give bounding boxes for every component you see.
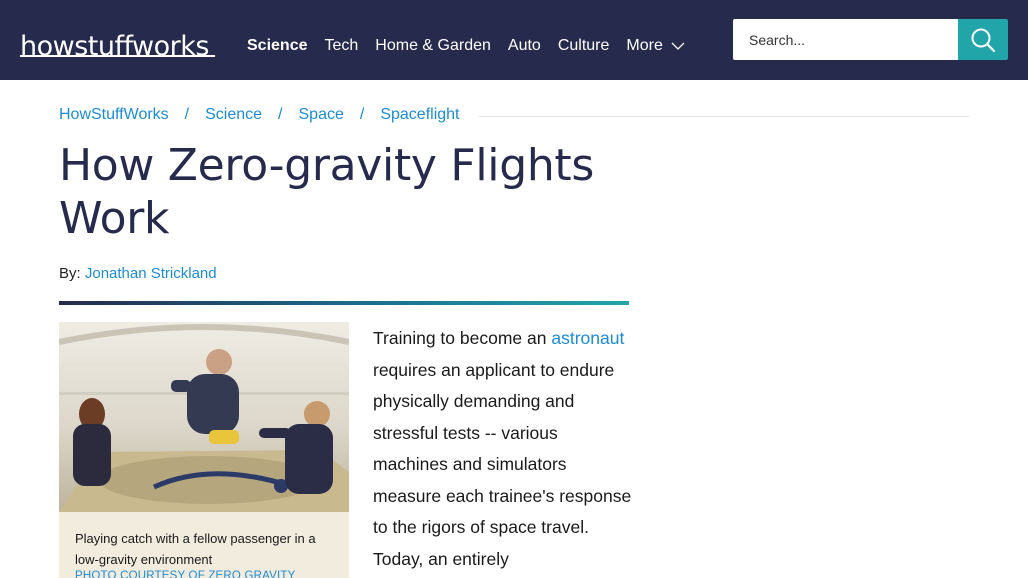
article-title: How Zero-gravity Flights Work (59, 140, 595, 244)
breadcrumb-separator: / (184, 106, 190, 123)
breadcrumb-spaceflight[interactable]: Spaceflight (380, 106, 459, 124)
title-divider (59, 301, 629, 305)
logo-underline (20, 55, 215, 57)
logo-text: howstuffworks (20, 31, 209, 62)
search-icon (971, 28, 996, 52)
nav-item-science[interactable]: Science (247, 37, 307, 55)
author-link[interactable]: Jonathan Strickland (85, 265, 217, 282)
body-text-rest: requires an applicant to endure physical… (373, 359, 632, 569)
breadcrumb: HowStuffWorks / Science / Space / Spacef… (59, 106, 460, 124)
nav-item-home-garden[interactable]: Home & Garden (375, 37, 491, 55)
nav-item-auto[interactable]: Auto (508, 37, 541, 55)
site-logo[interactable]: howstuffworks (20, 21, 216, 62)
breadcrumb-howstuffworks[interactable]: HowStuffWorks (59, 106, 169, 124)
article-figure: Playing catch with a fellow passenger in… (59, 322, 349, 578)
article-byline: By: Jonathan Strickland (59, 265, 217, 282)
byline-prefix: By: (59, 265, 81, 282)
breadcrumb-separator: / (359, 106, 365, 123)
figure-caption: Playing catch with a fellow passenger in… (75, 531, 316, 567)
breadcrumb-divider (479, 116, 969, 117)
nav-more-menu[interactable]: More (626, 37, 685, 55)
astronaut-link[interactable]: astronaut (551, 328, 624, 348)
site-header: howstuffworks Science Tech Home & Garden… (0, 0, 1028, 80)
article-body: Training to become an astronaut requires… (373, 323, 635, 575)
breadcrumb-science[interactable]: Science (205, 106, 262, 124)
breadcrumb-space[interactable]: Space (299, 106, 344, 124)
nav-item-culture[interactable]: Culture (558, 37, 610, 55)
search-input[interactable] (733, 19, 959, 60)
search-button[interactable] (958, 19, 1008, 60)
main-nav: Science Tech Home & Garden Auto Culture … (247, 36, 702, 56)
breadcrumb-separator: / (278, 106, 283, 123)
body-text-intro: Training to become an (373, 328, 552, 348)
chevron-down-icon (671, 42, 685, 50)
nav-item-tech[interactable]: Tech (324, 37, 358, 55)
nav-more-label: More (626, 37, 663, 54)
zero-gravity-photo[interactable] (59, 322, 349, 512)
figure-credit: PHOTO COURTESY OF ZERO GRAVITY (75, 570, 296, 578)
